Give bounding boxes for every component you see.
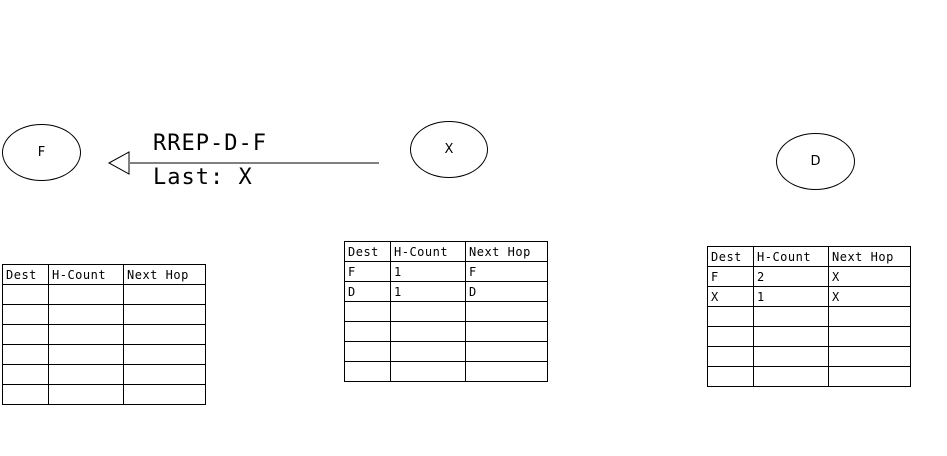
cell-h-count — [390, 341, 466, 362]
header-dest: Dest — [707, 246, 754, 267]
routing-table-x: Dest H-Count Next Hop F1FD1D — [344, 241, 548, 382]
table-row — [707, 326, 911, 347]
routing-table-d: Dest H-Count Next Hop F2XX1X — [707, 246, 911, 387]
cell-next-hop — [465, 341, 548, 362]
table-header-row: Dest H-Count Next Hop — [2, 264, 206, 285]
cell-h-count — [48, 324, 124, 345]
cell-h-count: 1 — [390, 261, 466, 282]
rrep-message-last-hop: Last: X — [153, 165, 253, 190]
cell-h-count — [753, 366, 829, 387]
table-row — [707, 366, 911, 387]
header-next-hop: Next Hop — [123, 264, 206, 285]
cell-h-count — [48, 344, 124, 365]
header-h-count: H-Count — [48, 264, 124, 285]
cell-next-hop — [465, 361, 548, 382]
cell-h-count — [390, 301, 466, 322]
cell-next-hop: X — [828, 286, 911, 307]
cell-h-count: 1 — [753, 286, 829, 307]
cell-dest: D — [344, 281, 391, 302]
cell-h-count — [753, 306, 829, 327]
table-row: D1D — [344, 281, 548, 302]
cell-dest: X — [707, 286, 754, 307]
cell-next-hop — [123, 324, 206, 345]
cell-dest — [2, 384, 49, 405]
header-next-hop: Next Hop — [465, 241, 548, 262]
cell-dest — [707, 366, 754, 387]
table-row — [2, 304, 206, 325]
cell-h-count — [390, 361, 466, 382]
cell-next-hop — [465, 321, 548, 342]
cell-dest — [2, 304, 49, 325]
cell-next-hop — [828, 306, 911, 327]
cell-h-count: 2 — [753, 266, 829, 287]
header-h-count: H-Count — [390, 241, 466, 262]
cell-dest — [707, 326, 754, 347]
cell-dest — [344, 301, 391, 322]
table-row: F2X — [707, 266, 911, 287]
table-row — [2, 384, 206, 405]
cell-dest — [707, 306, 754, 327]
table-header-row: Dest H-Count Next Hop — [344, 241, 548, 262]
cell-dest: F — [344, 261, 391, 282]
cell-h-count — [753, 346, 829, 367]
cell-next-hop: F — [465, 261, 548, 282]
table-row — [344, 341, 548, 362]
cell-next-hop — [123, 344, 206, 365]
cell-next-hop — [123, 304, 206, 325]
rrep-message-type: RREP-D-F — [153, 131, 267, 156]
table-row — [2, 284, 206, 305]
cell-next-hop — [465, 301, 548, 322]
cell-next-hop: X — [828, 266, 911, 287]
rrep-arrowhead — [107, 151, 130, 175]
cell-dest — [344, 321, 391, 342]
cell-dest — [2, 364, 49, 385]
table-row — [707, 346, 911, 367]
table-row: F1F — [344, 261, 548, 282]
cell-next-hop — [828, 366, 911, 387]
cell-h-count — [48, 284, 124, 305]
cell-next-hop — [123, 364, 206, 385]
cell-dest — [2, 284, 49, 305]
header-next-hop: Next Hop — [828, 246, 911, 267]
cell-next-hop — [123, 284, 206, 305]
table-header-row: Dest H-Count Next Hop — [707, 246, 911, 267]
routing-table-f: Dest H-Count Next Hop — [2, 264, 206, 405]
cell-next-hop — [828, 346, 911, 367]
cell-dest — [707, 346, 754, 367]
cell-dest — [344, 341, 391, 362]
cell-h-count — [48, 384, 124, 405]
cell-h-count — [753, 326, 829, 347]
cell-h-count — [48, 304, 124, 325]
header-h-count: H-Count — [753, 246, 829, 267]
table-row: X1X — [707, 286, 911, 307]
table-row — [344, 361, 548, 382]
cell-dest — [2, 344, 49, 365]
table-row — [2, 324, 206, 345]
cell-dest — [2, 324, 49, 345]
cell-h-count: 1 — [390, 281, 466, 302]
cell-h-count — [48, 364, 124, 385]
cell-h-count — [390, 321, 466, 342]
table-row — [2, 344, 206, 365]
table-row — [344, 321, 548, 342]
cell-next-hop — [828, 326, 911, 347]
header-dest: Dest — [2, 264, 49, 285]
header-dest: Dest — [344, 241, 391, 262]
cell-next-hop — [123, 384, 206, 405]
cell-dest: F — [707, 266, 754, 287]
cell-dest — [344, 361, 391, 382]
table-row — [344, 301, 548, 322]
table-row — [2, 364, 206, 385]
cell-next-hop: D — [465, 281, 548, 302]
table-row — [707, 306, 911, 327]
